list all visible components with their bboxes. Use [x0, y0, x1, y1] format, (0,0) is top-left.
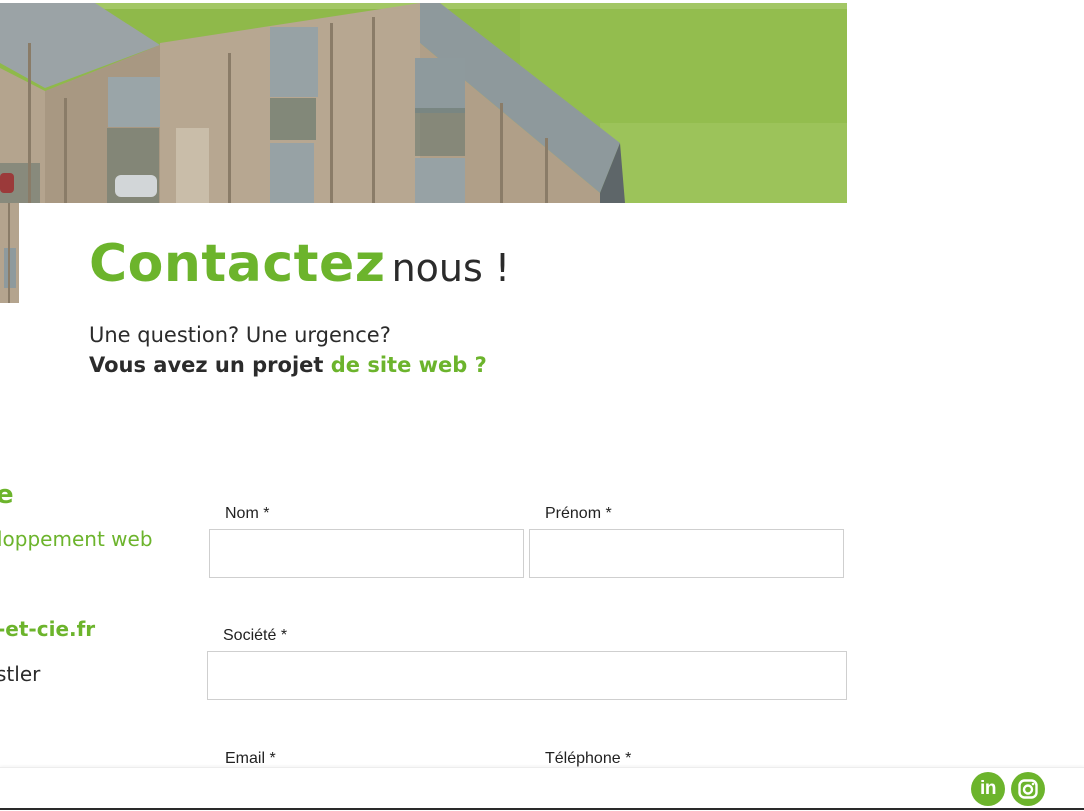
contact-name-fragment: stler: [0, 662, 41, 686]
bottom-bar: [0, 767, 1084, 811]
prenom-label: Prénom *: [545, 505, 612, 522]
societe-input[interactable]: [207, 651, 847, 700]
nom-label: Nom *: [225, 505, 270, 522]
company-tagline-fragment: loppement web: [0, 527, 153, 551]
subtitle-question: Une question? Une urgence?: [89, 323, 391, 347]
page-title-highlight: Contactez: [89, 234, 386, 294]
website-link-fragment[interactable]: -et-cie.fr: [0, 617, 95, 641]
societe-label: Société *: [223, 627, 288, 644]
instagram-icon: [1018, 779, 1038, 799]
hero-image: [0, 3, 847, 203]
linkedin-icon: in: [980, 778, 996, 799]
subtitle-project-highlight: de site web ?: [330, 353, 487, 377]
prenom-input[interactable]: [529, 529, 844, 578]
page-title: Contactez nous !: [89, 238, 510, 290]
subtitle-project-text: Vous avez un projet: [89, 353, 324, 377]
linkedin-button[interactable]: in: [971, 772, 1005, 806]
telephone-label: Téléphone *: [545, 750, 632, 767]
subtitle-project: Vous avez un projet de site web ?: [89, 353, 487, 377]
page-title-rest: nous !: [391, 246, 511, 290]
nom-input[interactable]: [209, 529, 524, 578]
hero-image-continuation: [0, 203, 19, 303]
email-label: Email *: [225, 750, 276, 767]
instagram-button[interactable]: [1011, 772, 1045, 806]
company-name-fragment: e: [0, 480, 14, 510]
